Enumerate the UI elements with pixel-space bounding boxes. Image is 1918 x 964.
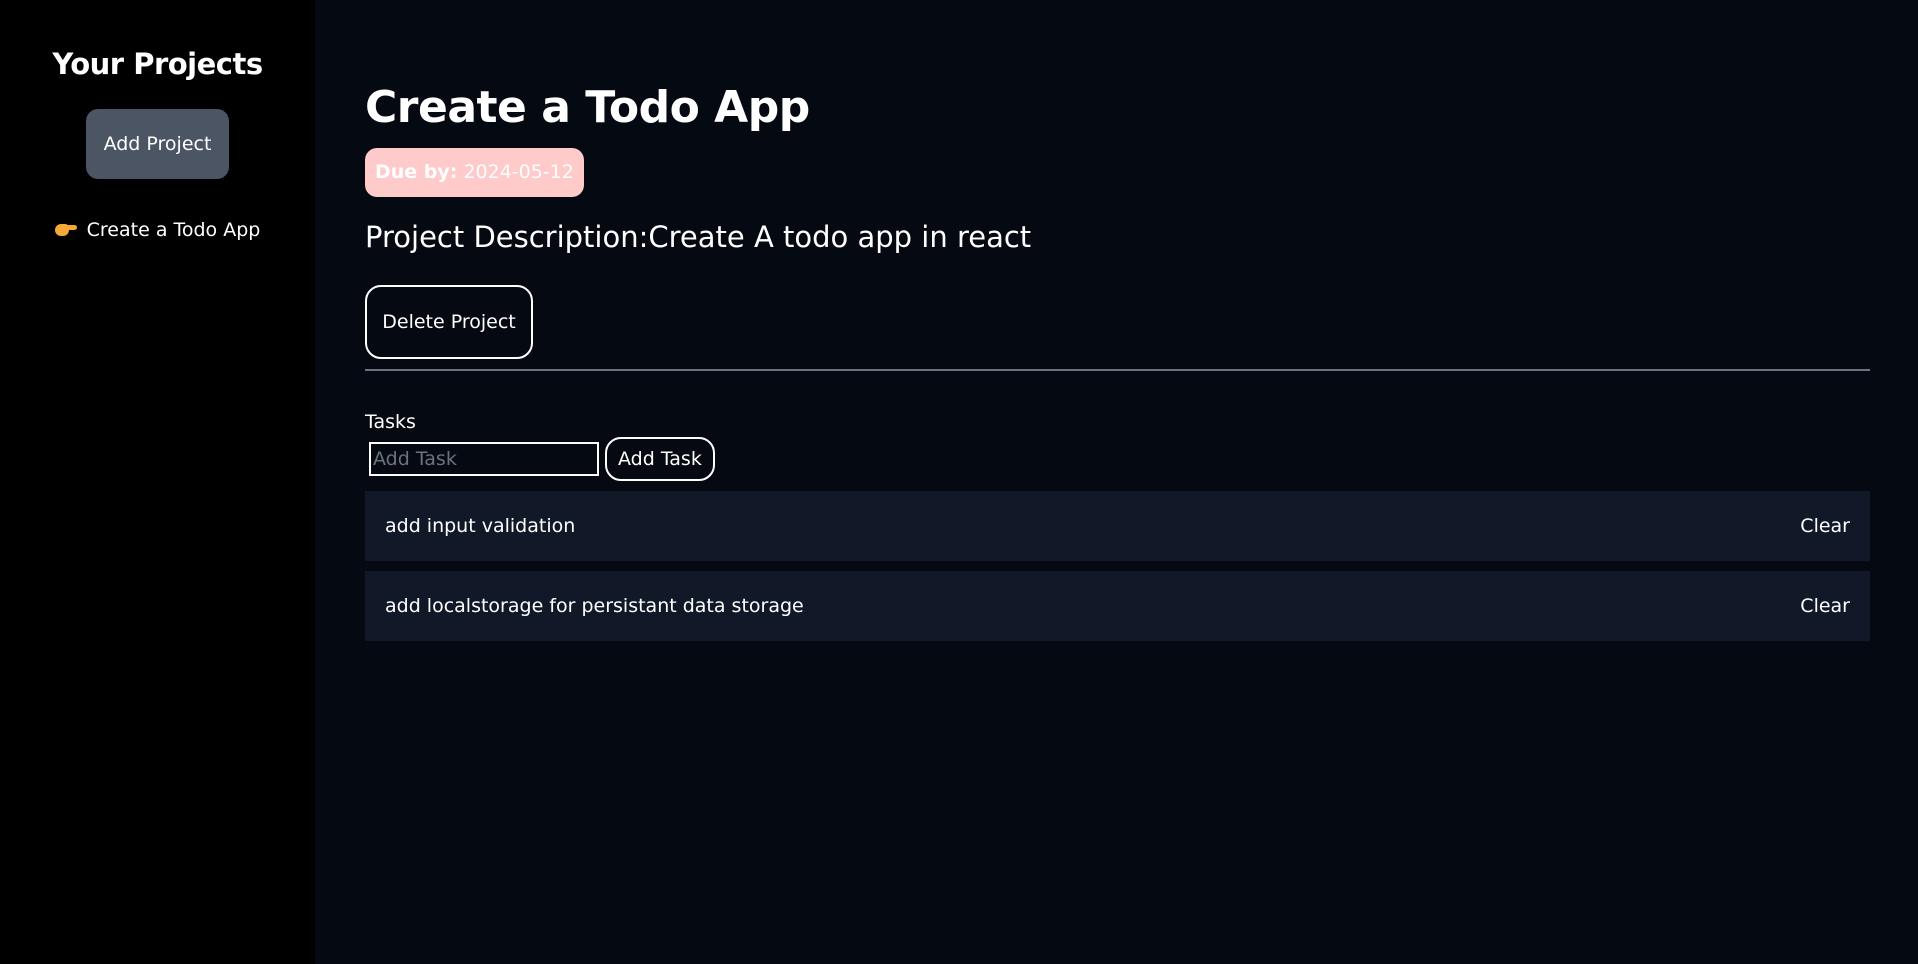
project-list: Create a Todo App [54,219,261,241]
add-task-button[interactable]: Add Task [605,437,715,481]
sidebar: Your Projects Add Project Create a Todo … [0,0,315,964]
add-task-input[interactable] [369,442,599,476]
clear-task-button[interactable]: Clear [1800,595,1850,617]
divider [365,369,1870,371]
clear-task-button[interactable]: Clear [1800,515,1850,537]
task-item: add localstorage for persistant data sto… [365,571,1870,641]
tasks-heading: Tasks [365,411,416,433]
app-root: Your Projects Add Project Create a Todo … [0,0,1918,964]
task-input-row: Add Task [365,437,1870,481]
pointing-hand-icon [54,223,77,237]
add-project-button[interactable]: Add Project [86,109,229,179]
due-date-label: Due by: [375,161,458,183]
task-text: add localstorage for persistant data sto… [385,595,804,617]
delete-project-button[interactable]: Delete Project [365,285,533,359]
project-detail: Create a Todo App Due by: 2024-05-12 Pro… [315,0,1918,964]
due-date-badge: Due by: 2024-05-12 [365,148,584,197]
task-list: add input validation Clear add localstor… [365,491,1870,641]
project-list-item[interactable]: Create a Todo App [54,219,261,241]
project-title: Create a Todo App [365,82,810,133]
due-date-value: 2024-05-12 [463,161,574,183]
project-description: Project Description:Create A todo app in… [365,220,1032,254]
task-text: add input validation [385,515,576,537]
project-list-item-label: Create a Todo App [86,219,261,241]
task-item: add input validation Clear [365,491,1870,561]
sidebar-title: Your Projects [52,47,263,81]
